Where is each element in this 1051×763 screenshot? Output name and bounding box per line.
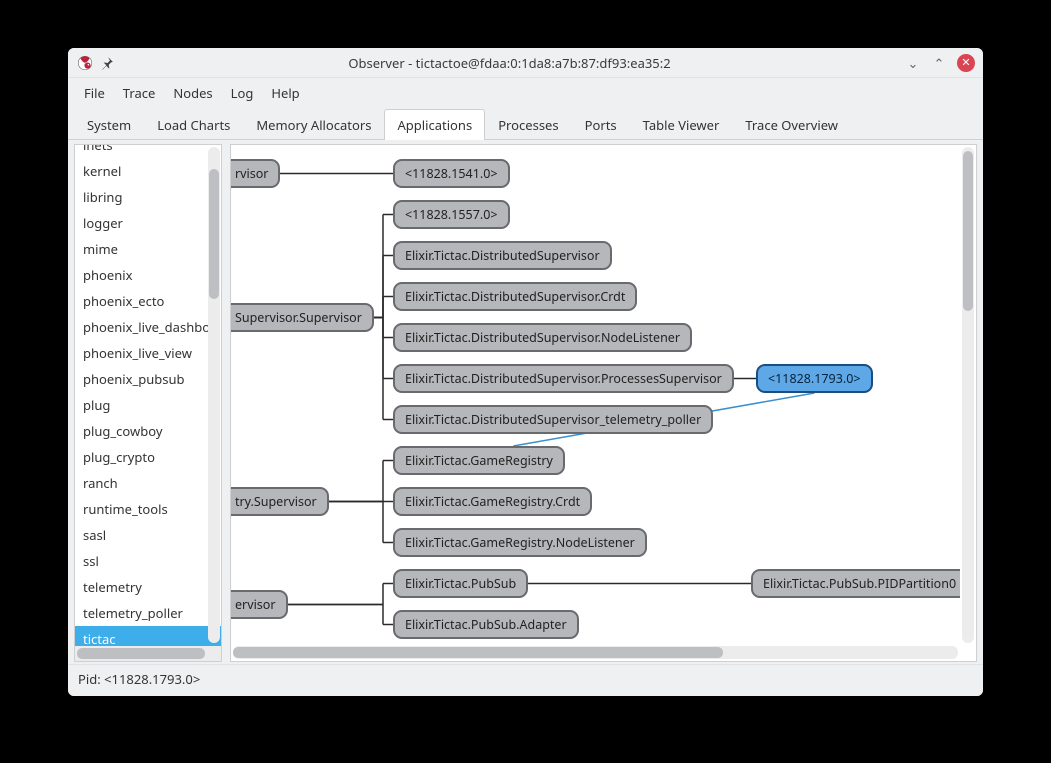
app-icon	[76, 54, 94, 72]
app-list-item[interactable]: phoenix	[75, 262, 221, 288]
process-node[interactable]: Elixir.Tictac.GameRegistry.Crdt	[393, 487, 592, 516]
sidebar-vertical-scrollbar[interactable]	[208, 147, 220, 643]
tab-memory-allocators[interactable]: Memory Allocators	[243, 109, 384, 140]
status-bar: Pid: <11828.1793.0>	[68, 664, 983, 696]
app-list-item[interactable]: phoenix_live_dashboa	[75, 314, 221, 340]
process-node[interactable]: Elixir.Tictac.DistributedSupervisor_tele…	[393, 405, 713, 434]
sidebar-horizontal-scroll-thumb[interactable]	[77, 648, 205, 659]
menu-item-help[interactable]: Help	[263, 82, 307, 104]
sidebar-vertical-scroll-thumb[interactable]	[209, 169, 219, 299]
process-node[interactable]: <11828.1557.0>	[393, 200, 510, 229]
tree-horizontal-scroll-thumb[interactable]	[233, 647, 723, 658]
app-list-item[interactable]: runtime_tools	[75, 496, 221, 522]
app-list-item[interactable]: plug_cowboy	[75, 418, 221, 444]
tree-vertical-scrollbar[interactable]	[962, 147, 974, 643]
process-node[interactable]: ervisor	[231, 590, 288, 619]
app-list-item[interactable]: plug_crypto	[75, 444, 221, 470]
tab-trace-overview[interactable]: Trace Overview	[732, 109, 851, 140]
app-list-item[interactable]: tictac	[75, 626, 221, 646]
app-list-item[interactable]: libring	[75, 184, 221, 210]
app-list-item[interactable]: sasl	[75, 522, 221, 548]
app-list-item[interactable]: telemetry	[75, 574, 221, 600]
process-tree-viewport[interactable]: rvisor <11828.1541.0> <11828.1557.0> Elixir…	[230, 144, 977, 662]
tab-table-viewer[interactable]: Table Viewer	[630, 109, 733, 140]
process-node[interactable]: Supervisor.Supervisor	[231, 303, 374, 332]
app-list-item[interactable]: kernel	[75, 158, 221, 184]
tab-system[interactable]: System	[74, 109, 144, 140]
app-list-item[interactable]: phoenix_ecto	[75, 288, 221, 314]
menu-item-log[interactable]: Log	[223, 82, 262, 104]
window-title: Observer - tictactoe@fdaa:0:1da8:a7b:87:…	[114, 54, 905, 72]
tabbar: SystemLoad ChartsMemory AllocatorsApplic…	[68, 108, 983, 140]
app-list-item[interactable]: phoenix_pubsub	[75, 366, 221, 392]
status-text: Pid: <11828.1793.0>	[78, 670, 200, 688]
tab-ports[interactable]: Ports	[572, 109, 630, 140]
menu-item-file[interactable]: File	[76, 82, 113, 104]
process-node[interactable]: Elixir.Tictac.DistributedSupervisor.Proc…	[393, 364, 734, 393]
titlebar[interactable]: Observer - tictactoe@fdaa:0:1da8:a7b:87:…	[68, 48, 983, 78]
pin-icon[interactable]	[100, 56, 114, 70]
app-list-item[interactable]: logger	[75, 210, 221, 236]
process-node[interactable]: Elixir.Tictac.DistributedSupervisor.Crdt	[393, 282, 637, 311]
tree-horizontal-scrollbar[interactable]	[233, 646, 958, 659]
tab-applications[interactable]: Applications	[384, 109, 485, 140]
menubar: FileTraceNodesLogHelp	[68, 78, 983, 108]
maximize-button[interactable]: ⌃	[931, 55, 947, 71]
application-window: Observer - tictactoe@fdaa:0:1da8:a7b:87:…	[68, 48, 983, 696]
app-list-item[interactable]: mime	[75, 236, 221, 262]
process-node[interactable]: <11828.1541.0>	[393, 159, 510, 188]
app-list-item[interactable]: plug	[75, 392, 221, 418]
process-node[interactable]: Elixir.Tictac.PubSub.Adapter	[393, 610, 579, 639]
content-area: inetskernellibringloggermimephoenixphoen…	[68, 140, 983, 664]
process-node[interactable]: Elixir.Tictac.DistributedSupervisor	[393, 241, 612, 270]
tab-load-charts[interactable]: Load Charts	[144, 109, 243, 140]
menu-item-trace[interactable]: Trace	[115, 82, 164, 104]
process-node[interactable]: Elixir.Tictac.PubSub.PIDPartition0	[751, 569, 960, 598]
application-list: inetskernellibringloggermimephoenixphoen…	[74, 144, 222, 662]
process-node[interactable]: rvisor	[231, 159, 280, 188]
app-list-item[interactable]: phoenix_live_view	[75, 340, 221, 366]
process-node[interactable]: <11828.1793.0>	[756, 364, 873, 393]
process-node[interactable]: Elixir.Tictac.GameRegistry.NodeListener	[393, 528, 647, 557]
process-node[interactable]: Elixir.Tictac.PubSub	[393, 569, 528, 598]
app-list-item[interactable]: ssl	[75, 548, 221, 574]
process-node[interactable]: Elixir.Tictac.GameRegistry	[393, 446, 565, 475]
app-list-item[interactable]: ranch	[75, 470, 221, 496]
app-list-item[interactable]: telemetry_poller	[75, 600, 221, 626]
tree-vertical-scroll-thumb[interactable]	[963, 151, 973, 311]
close-button[interactable]: ✕	[957, 54, 975, 72]
process-node[interactable]: try.Supervisor	[231, 487, 329, 516]
minimize-button[interactable]: ⌄	[905, 55, 921, 71]
app-list-item[interactable]: inets	[75, 145, 221, 158]
menu-item-nodes[interactable]: Nodes	[165, 82, 220, 104]
tab-processes[interactable]: Processes	[485, 109, 571, 140]
sidebar-horizontal-scrollbar[interactable]	[75, 646, 221, 661]
process-node[interactable]: Elixir.Tictac.DistributedSupervisor.Node…	[393, 323, 692, 352]
